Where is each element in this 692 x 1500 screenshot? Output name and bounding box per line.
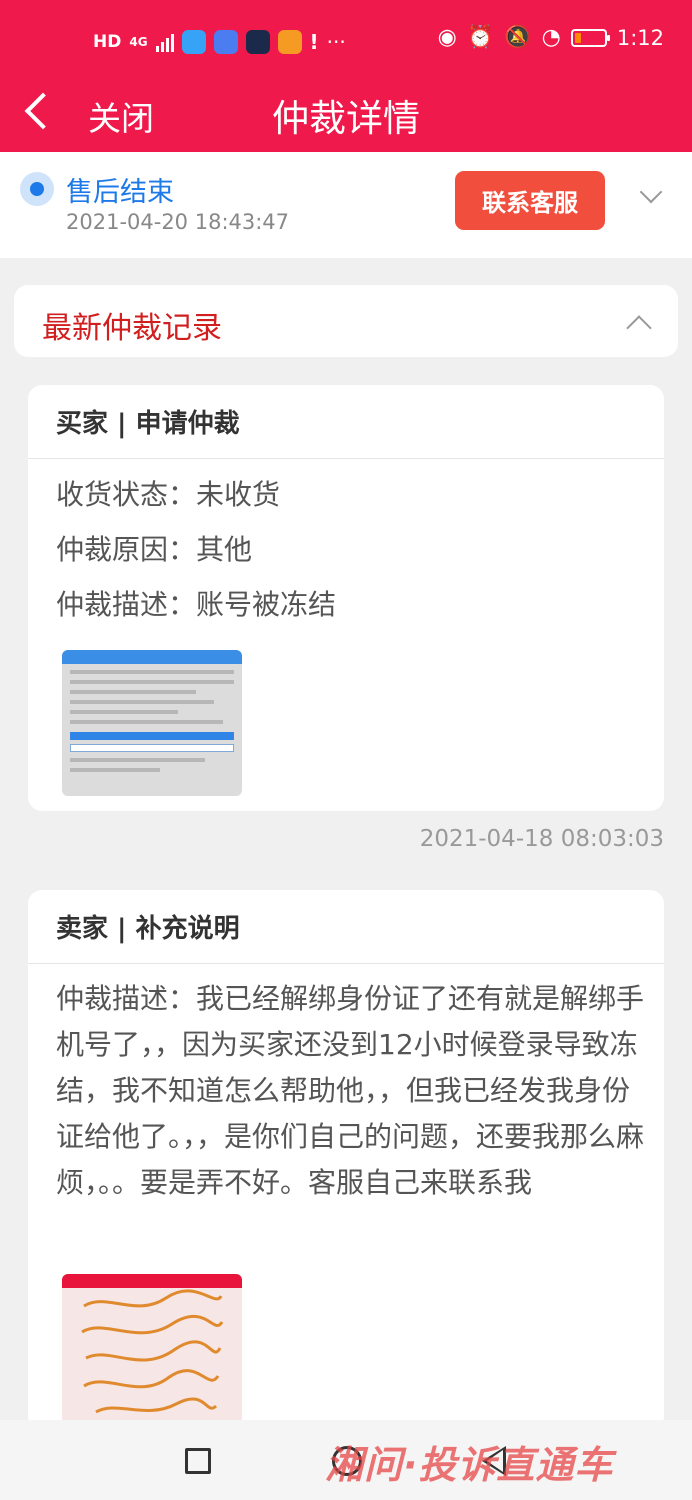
arbitration-reason: 仲裁原因：其他 [56,533,253,566]
battery-fill [574,33,581,43]
hd-indicator: HD [93,32,122,52]
latest-record-title: 最新仲裁记录 [42,311,222,346]
app-icon-1 [181,30,206,54]
arbitration-description: 仲裁描述：账号被冻结 [56,588,337,621]
top-bar: HD 4G ! ··· ◉ ⏰ 🔕 ◔ 1:12 关闭 仲裁详情 [0,0,692,152]
more-notifications: ··· [326,30,346,54]
app-icon-2 [213,30,238,54]
system-nav-bar: 湘问·投诉直通车 [0,1420,692,1500]
clock: 1:12 [616,26,664,50]
status-time: 2021-04-20 18:43:47 [66,210,290,234]
speed-icon: ◔ [541,25,561,50]
signal-icon [155,32,174,52]
buyer-record-card: 买家 | 申请仲裁 收货状态：未收货 仲裁原因：其他 仲裁描述：账号被冻结 [28,385,664,811]
supplement-description: 仲裁描述：我已经解绑身份证了还有就是解绑手机号了，，因为买家还没到12小时候登录… [56,982,645,1199]
watermark-logo: 湘问·投诉直通车 [325,1443,614,1487]
status-left: HD 4G ! ··· [93,30,346,54]
alarm-icon: ⏰ [466,25,495,50]
delivery-status: 收货状态：未收货 [56,478,281,511]
alert-icon: ! [309,30,319,54]
status-label: 售后结束 [66,177,174,208]
seller-record-card: 卖家 | 补充说明 仲裁描述：我已经解绑身份证了还有就是解绑手机号了，，因为买家… [28,890,664,1430]
contact-service-button[interactable]: 联系客服 [455,171,605,230]
evidence-image[interactable] [62,650,242,796]
app-icon-3 [245,30,270,54]
handwritten-numbers-image [81,1289,224,1414]
nav-bar: 关闭 仲裁详情 [0,78,692,144]
status-right: ◉ ⏰ 🔕 ◔ 1:12 [438,26,664,50]
status-dot-icon [20,172,54,206]
network-type: 4G [129,35,148,49]
chevron-down-icon[interactable] [638,182,666,210]
battery-icon [570,29,610,47]
thumb-header [62,650,242,664]
evidence-image[interactable] [62,1274,242,1424]
eye-icon: ◉ [437,25,457,50]
bell-off-icon: 🔕 [504,25,532,50]
card-header: 买家 | 申请仲裁 [28,385,664,459]
card-header: 卖家 | 补充说明 [28,890,664,964]
thumb-header [62,1274,242,1288]
status-bar: HD 4G ! ··· ◉ ⏰ 🔕 ◔ 1:12 [0,22,692,64]
app-icon-4 [277,30,302,54]
chevron-up-icon[interactable] [624,309,654,335]
latest-record-header[interactable]: 最新仲裁记录 [14,285,678,357]
page-title: 仲裁详情 [272,97,420,140]
status-section: 售后结束 2021-04-20 18:43:47 联系客服 [0,152,692,258]
recent-apps-icon[interactable] [185,1448,211,1474]
record-timestamp: 2021-04-18 08:03:03 [419,826,664,852]
